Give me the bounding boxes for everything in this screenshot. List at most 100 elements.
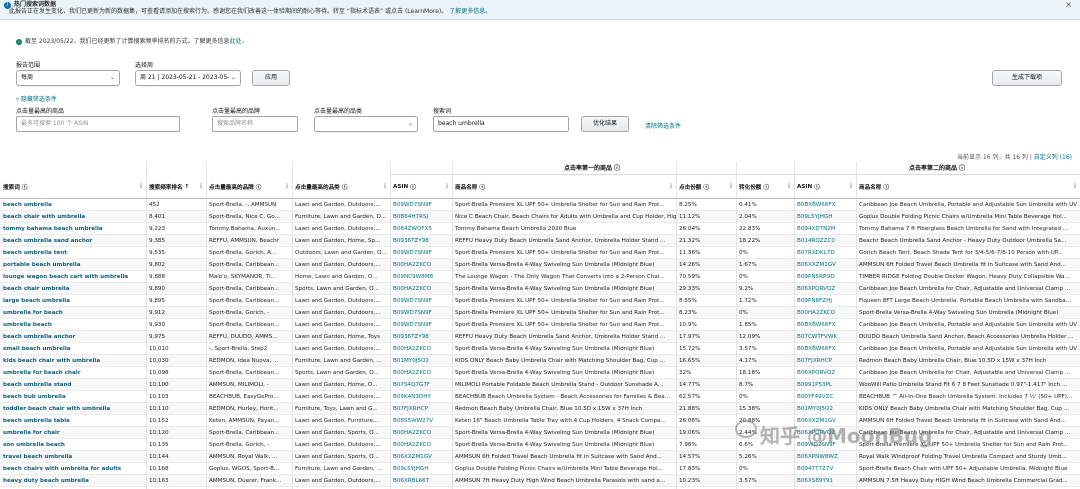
search-term-cell[interactable]: toddler beach chair with umbrella xyxy=(0,403,146,415)
asin-2-cell[interactable]: B0BXBW68FX xyxy=(794,343,856,355)
search-term-cell[interactable]: beach umbrella anchor xyxy=(0,331,146,343)
asin-cell[interactable]: B00HA2ZKCO xyxy=(390,427,452,439)
column-header-rank[interactable]: 搜索频率排名 ↑ ⋮ xyxy=(146,175,206,199)
more-icon[interactable]: ⋮ xyxy=(848,183,854,190)
asin-cell[interactable]: B01MY0J5O2 xyxy=(390,355,452,367)
asin-cell[interactable]: B0B64H7RSJ xyxy=(390,211,452,223)
search-term-cell[interactable]: umbrella for beach xyxy=(0,307,146,319)
report-range-select[interactable]: 每周 ⌄ xyxy=(16,70,120,86)
column-header-asin-2[interactable]: ASIN ⓘ ⋮ xyxy=(794,175,856,199)
refine-results-button[interactable]: 优化结果 xyxy=(581,116,629,132)
asin-cell[interactable]: B09WD7SN9F xyxy=(390,247,452,259)
asin-cell[interactable]: B0936TZY98 xyxy=(390,235,452,247)
more-icon[interactable]: ⋮ xyxy=(444,183,450,190)
asin-2-cell[interactable]: B09PN8FZHJ xyxy=(794,295,856,307)
search-term-cell[interactable]: beach umbrella xyxy=(0,199,146,211)
asin-2-cell[interactable]: B06XPNW8WZ xyxy=(794,451,856,463)
search-term-cell[interactable]: beach chair with umbrella xyxy=(0,211,146,223)
asin-cell[interactable]: B09WD7SN9F xyxy=(390,199,452,211)
more-icon[interactable]: ⋮ xyxy=(728,183,734,190)
more-icon[interactable]: ⋮ xyxy=(1072,183,1078,190)
asin-2-cell[interactable]: B094XDTN2M xyxy=(794,223,856,235)
column-header-title[interactable]: 商品名称 ⓘ ⋮ xyxy=(452,175,676,199)
search-term-cell[interactable]: beach umbrella tent xyxy=(0,247,146,259)
column-header-conversion-share[interactable]: 转化份额 ⓘ ⋮ xyxy=(736,175,794,199)
asin-2-cell[interactable]: B0947T7Z7V xyxy=(794,463,856,475)
apply-button[interactable]: 应用 xyxy=(252,70,290,86)
search-term-cell[interactable]: lounge wagon beach cart with umbrella xyxy=(0,271,146,283)
more-icon[interactable]: ⋮ xyxy=(138,183,144,190)
asin-cell[interactable]: B00HA2ZKCO xyxy=(390,439,452,451)
close-icon[interactable]: × xyxy=(1065,0,1072,9)
asin-cell[interactable]: B09NC9W8M8 xyxy=(390,271,452,283)
search-term-cell[interactable]: small beach umbrella xyxy=(0,343,146,355)
asin-2-cell[interactable]: B09PN5RR9D xyxy=(794,271,856,283)
asin-cell[interactable]: B07FJXRHCP xyxy=(390,403,452,415)
asin-2-cell[interactable]: B07RXDKL7D xyxy=(794,247,856,259)
more-icon[interactable]: ⋮ xyxy=(668,183,674,190)
asin-2-cell[interactable]: B01MY0J5O2 xyxy=(794,403,856,415)
search-term-cell[interactable]: umbrella beach xyxy=(0,319,146,331)
asin-cell[interactable]: B00HA2ZKCO xyxy=(390,367,452,379)
asin-cell[interactable]: B09K4N3DHY xyxy=(390,391,452,403)
asin-cell[interactable]: B06XRBL66T xyxy=(390,475,452,487)
asin-2-cell[interactable]: B09L5YJHGH xyxy=(794,211,856,223)
search-term-cell[interactable]: beach umbrella table xyxy=(0,415,146,427)
more-icon[interactable]: ⋮ xyxy=(284,183,290,190)
asin-2-cell[interactable]: B00YF49VZC xyxy=(794,391,856,403)
asin-2-cell[interactable]: B06XPQRVQZ xyxy=(794,283,856,295)
column-header-brand[interactable]: 点击量最高的品牌 ⓘ ⋮ xyxy=(206,175,292,199)
search-term-cell[interactable]: umbrella for chair xyxy=(0,427,146,439)
learn-more-link[interactable]: 了解更多信息。 xyxy=(449,8,491,15)
search-term-cell[interactable]: portable beach umbrella xyxy=(0,259,146,271)
search-term-cell[interactable]: heavy duty beach umbrella xyxy=(0,475,146,487)
asin-cell[interactable]: B00HA2ZKCO xyxy=(390,283,452,295)
more-icon[interactable]: ⋮ xyxy=(786,183,792,190)
search-term-cell[interactable]: beach umbrella sand anchor xyxy=(0,235,146,247)
search-term-cell[interactable]: son umbrella beach xyxy=(0,439,146,451)
search-term-cell[interactable]: beach umbrella stand xyxy=(0,379,146,391)
more-icon[interactable]: ⋮ xyxy=(382,183,388,190)
asin-cell[interactable]: B00HA2ZKCO xyxy=(390,259,452,271)
notice-link[interactable]: 此处。 xyxy=(230,38,248,45)
asin-cell[interactable]: B0936TZY98 xyxy=(390,331,452,343)
customize-columns-link[interactable]: 自定义列 (16) xyxy=(1034,154,1072,161)
category-select[interactable]: ⌄ xyxy=(314,116,418,132)
asin-cell[interactable]: B09L5YJHGH xyxy=(390,463,452,475)
asin-cell[interactable]: B084ZWQFX5 xyxy=(390,223,452,235)
asin-cell[interactable]: B09WD7SN9F xyxy=(390,307,452,319)
search-term-cell[interactable]: tommy bahama beach umbrella xyxy=(0,223,146,235)
column-header-asin[interactable]: ASIN ⓘ ⋮ xyxy=(390,175,452,199)
brand-input[interactable]: 搜索品牌名称 xyxy=(212,116,298,132)
asin-cell[interactable]: B00HA2ZKCO xyxy=(390,343,452,355)
generate-download-button[interactable]: 生成下载项 xyxy=(992,70,1062,86)
hide-filters-toggle[interactable]: ▿ 隐藏筛选条件 xyxy=(16,94,57,103)
asin-input[interactable]: 最多可搜索 100 个 ASIN xyxy=(16,116,180,132)
asin-2-cell[interactable]: B07CWTFVWK xyxy=(794,331,856,343)
search-term-input[interactable]: beach umbrella xyxy=(433,116,569,132)
asin-2-cell[interactable]: B0BXBW68FX xyxy=(794,199,856,211)
search-term-cell[interactable]: large beach umbrella xyxy=(0,295,146,307)
asin-2-cell[interactable]: B014RQZZC0 xyxy=(794,235,856,247)
asin-cell[interactable]: B06XXZM1GV xyxy=(390,451,452,463)
search-term-cell[interactable]: beach bub umbrella xyxy=(0,391,146,403)
asin-2-cell[interactable]: B00HA2ZKCO xyxy=(794,307,856,319)
search-term-cell[interactable]: travel beach umbrella xyxy=(0,451,146,463)
asin-2-cell[interactable]: B0991P53PL xyxy=(794,379,856,391)
search-term-cell[interactable]: kids beach chair with umbrella xyxy=(0,355,146,367)
asin-2-cell[interactable]: B07FJXRHCP xyxy=(794,355,856,367)
select-week-select[interactable]: 周 21 | 2023-05-21 - 2023-05- ⌄ xyxy=(135,70,241,86)
asin-2-cell[interactable]: B06XPQRVQZ xyxy=(794,367,856,379)
search-term-cell[interactable]: beach chairs with umbrella for adults xyxy=(0,463,146,475)
asin-2-cell[interactable]: B06XXZM1GV xyxy=(794,259,856,271)
column-header-click-share[interactable]: 点击份额 ⓘ ⋮ xyxy=(676,175,736,199)
asin-cell[interactable]: B09WD7SN9F xyxy=(390,319,452,331)
asin-cell[interactable]: B07S4Q7G7F xyxy=(390,379,452,391)
clear-filters-link[interactable]: 清除筛选条件 xyxy=(645,121,681,130)
more-icon[interactable]: ⋮ xyxy=(198,183,204,190)
search-term-cell[interactable]: umbrella for beach chair xyxy=(0,367,146,379)
asin-2-cell[interactable]: B0BXBW68FX xyxy=(794,319,856,331)
column-header-term[interactable]: 搜索词 ⓘ ⋮ xyxy=(0,175,146,199)
column-header-title-2[interactable]: 商品名称 ⓘ ⋮ xyxy=(856,175,1080,199)
search-term-cell[interactable]: beach chair umbrella xyxy=(0,283,146,295)
